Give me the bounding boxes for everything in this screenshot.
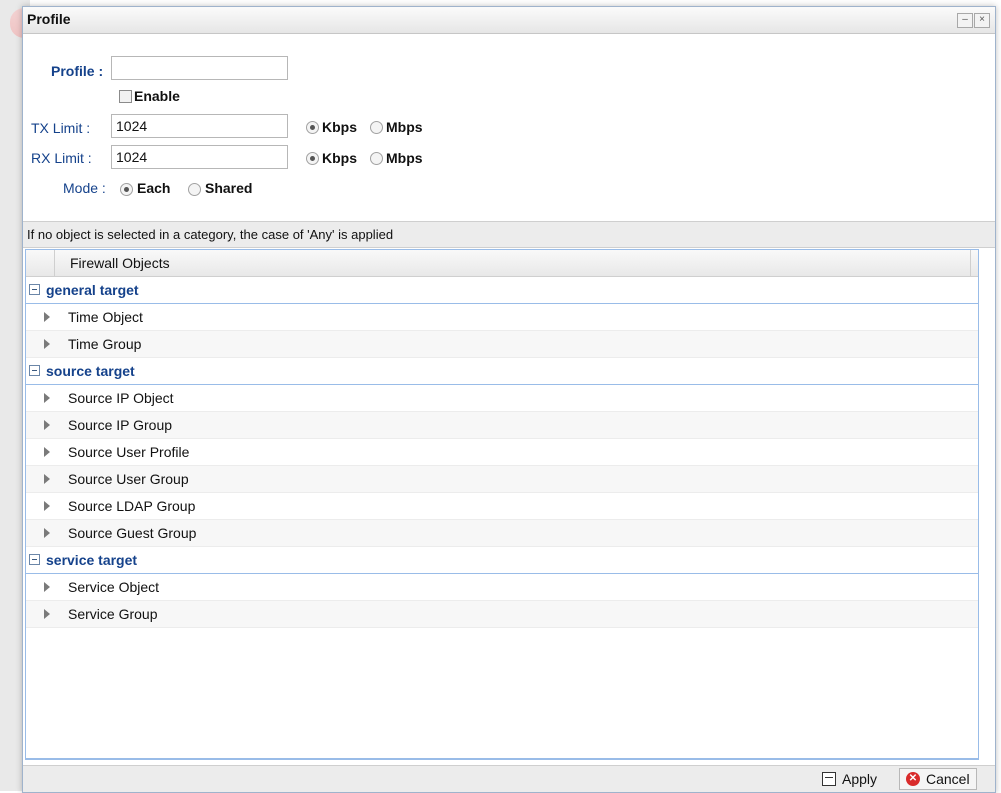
profile-dialog: Profile – × Profile : Enable TX Limit : … <box>22 6 996 793</box>
tx-kbps-label: Kbps <box>322 119 357 135</box>
dialog-titlebar[interactable]: Profile – × <box>23 7 995 34</box>
item-label: Time Group <box>68 336 142 352</box>
expand-arrow-icon[interactable] <box>44 393 50 403</box>
item-label: Source User Group <box>68 471 189 487</box>
tree-item-service-object[interactable]: Service Object <box>26 574 978 601</box>
expand-arrow-icon[interactable] <box>44 420 50 430</box>
cancel-label: Cancel <box>926 771 970 787</box>
enable-label: Enable <box>134 88 180 104</box>
expand-arrow-icon[interactable] <box>44 312 50 322</box>
grid-header-title[interactable]: Firewall Objects <box>70 255 170 271</box>
expand-arrow-icon[interactable] <box>44 339 50 349</box>
tree-item-service-group[interactable]: Service Group <box>26 601 978 628</box>
dialog-title: Profile <box>27 11 71 27</box>
group-label: source target <box>46 363 135 379</box>
apply-label: Apply <box>842 771 878 787</box>
group-label: service target <box>46 552 138 568</box>
grid-header-divider <box>54 250 55 276</box>
rx-mbps-label: Mbps <box>386 150 423 166</box>
mode-label: Mode : <box>63 180 106 196</box>
profile-input[interactable] <box>111 56 288 80</box>
mode-each-label: Each <box>137 180 171 196</box>
group-general-target[interactable]: general target <box>26 277 978 304</box>
mode-shared-radio[interactable] <box>188 183 201 196</box>
tree-item-source-ip-group[interactable]: Source IP Group <box>26 412 978 439</box>
expand-arrow-icon[interactable] <box>44 474 50 484</box>
dialog-footer: Apply ✕ Cancel <box>23 765 995 792</box>
tx-kbps-radio[interactable] <box>306 121 319 134</box>
item-label: Source LDAP Group <box>68 498 196 514</box>
item-label: Source Guest Group <box>68 525 197 541</box>
tree-item-source-ip-object[interactable]: Source IP Object <box>26 385 978 412</box>
expand-arrow-icon[interactable] <box>44 501 50 511</box>
group-source-target[interactable]: source target <box>26 358 978 385</box>
tx-mbps-radio[interactable] <box>370 121 383 134</box>
expand-arrow-icon[interactable] <box>44 447 50 457</box>
item-label: Service Group <box>68 606 158 622</box>
tree-item-source-user-profile[interactable]: Source User Profile <box>26 439 978 466</box>
group-label: general target <box>46 282 139 298</box>
item-label: Source User Profile <box>68 444 190 460</box>
cancel-button[interactable]: ✕ Cancel <box>899 768 977 790</box>
close-icon[interactable]: × <box>974 13 990 28</box>
collapse-icon[interactable] <box>29 365 40 376</box>
tree-item-time-object[interactable]: Time Object <box>26 304 978 331</box>
apply-button[interactable]: Apply <box>815 768 884 790</box>
group-service-target[interactable]: service target <box>26 547 978 574</box>
rx-limit-label: RX Limit : <box>31 150 92 166</box>
expand-arrow-icon[interactable] <box>44 582 50 592</box>
cancel-icon: ✕ <box>906 772 920 786</box>
rx-limit-input[interactable] <box>111 145 288 169</box>
tree-item-source-ldap-group[interactable]: Source LDAP Group <box>26 493 978 520</box>
item-label: Source IP Group <box>68 417 173 433</box>
item-label: Source IP Object <box>68 390 174 406</box>
grid-header: Firewall Objects <box>26 250 978 277</box>
item-label: Service Object <box>68 579 160 595</box>
mode-each-radio[interactable] <box>120 183 133 196</box>
tx-limit-input[interactable] <box>111 114 288 138</box>
grid-header-divider <box>970 250 971 276</box>
item-label: Time Object <box>68 309 143 325</box>
firewall-objects-grid: Firewall Objects general target Time Obj… <box>25 249 979 760</box>
expand-arrow-icon[interactable] <box>44 528 50 538</box>
tx-mbps-label: Mbps <box>386 119 423 135</box>
collapse-icon[interactable] <box>29 284 40 295</box>
tree-item-source-user-group[interactable]: Source User Group <box>26 466 978 493</box>
info-text: If no object is selected in a category, … <box>27 227 394 242</box>
tree-item-time-group[interactable]: Time Group <box>26 331 978 358</box>
info-bar: If no object is selected in a category, … <box>23 221 995 248</box>
minimize-icon[interactable]: – <box>957 13 973 28</box>
tree-item-source-guest-group[interactable]: Source Guest Group <box>26 520 978 547</box>
collapse-icon[interactable] <box>29 554 40 565</box>
expand-arrow-icon[interactable] <box>44 609 50 619</box>
rx-kbps-radio[interactable] <box>306 152 319 165</box>
rx-kbps-label: Kbps <box>322 150 357 166</box>
enable-checkbox[interactable] <box>119 90 132 103</box>
profile-label: Profile : <box>51 63 104 79</box>
mode-shared-label: Shared <box>205 180 253 196</box>
rx-mbps-radio[interactable] <box>370 152 383 165</box>
save-icon <box>822 772 836 786</box>
tx-limit-label: TX Limit : <box>31 120 91 136</box>
